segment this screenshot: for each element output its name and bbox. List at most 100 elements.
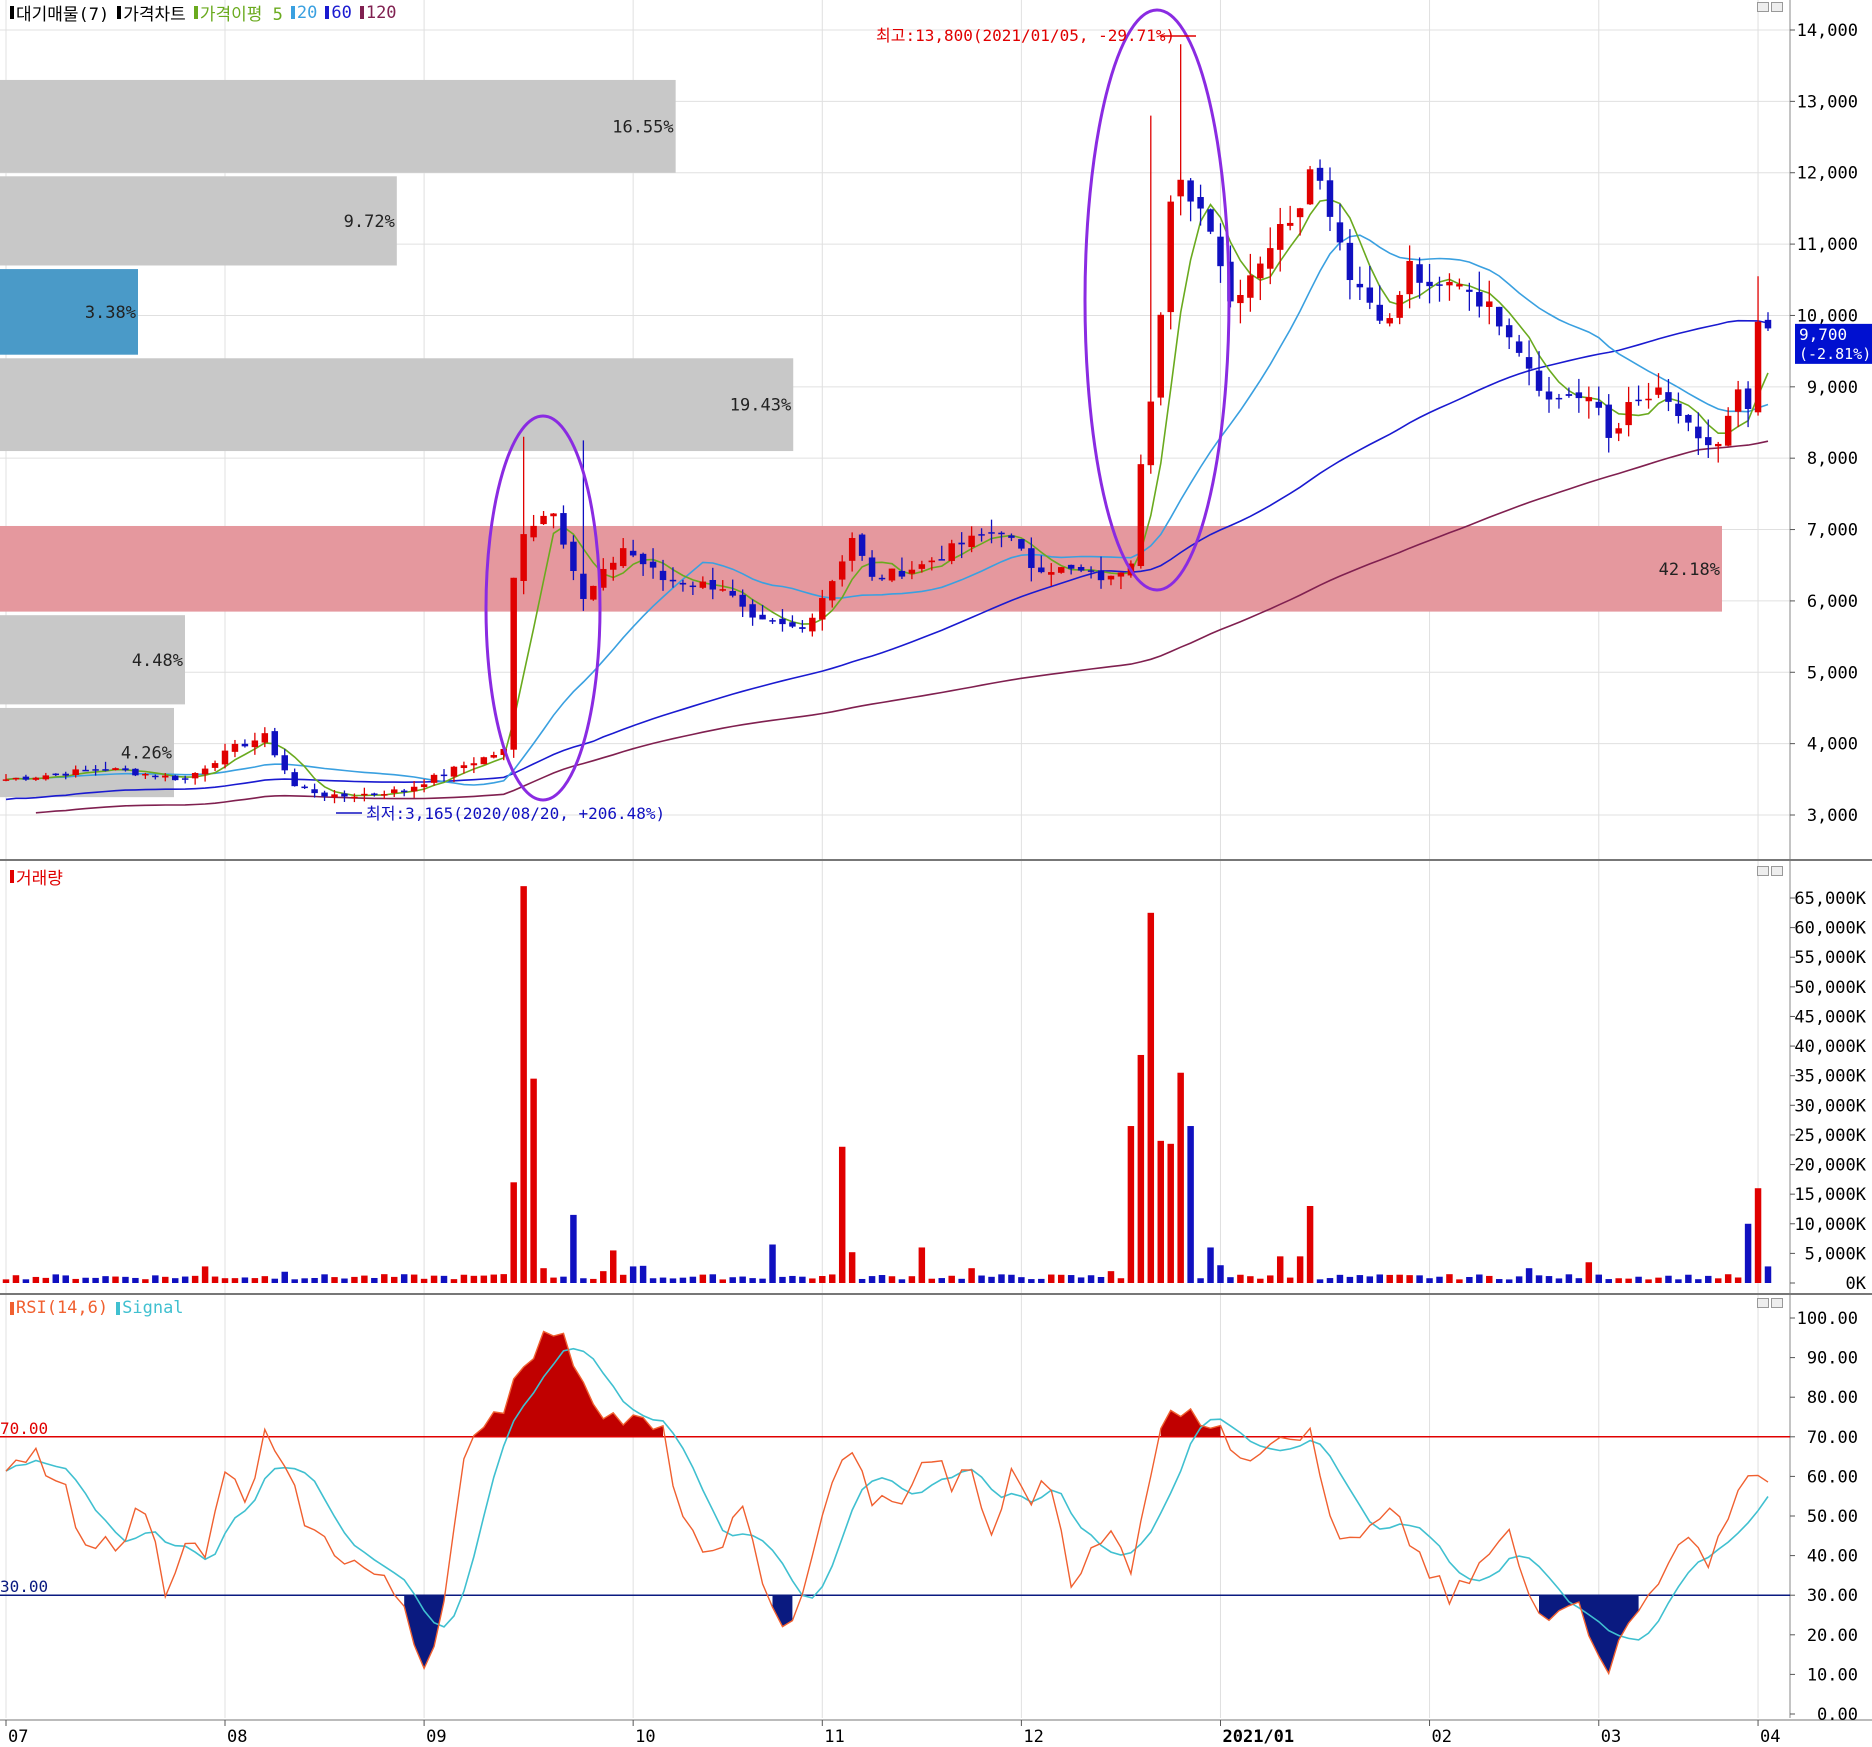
volume-bar — [1714, 1278, 1722, 1283]
volume-bar — [858, 1278, 866, 1283]
rsi-oversold-fill — [165, 1595, 1639, 1674]
volume-profile-label: 9.72% — [344, 212, 395, 232]
candle-body — [341, 793, 348, 797]
candle-body — [1008, 535, 1015, 538]
volume-bar — [809, 1278, 816, 1283]
candle-body — [440, 774, 448, 777]
price-tick-label: 3,000 — [1807, 806, 1858, 826]
volume-bar — [590, 1278, 597, 1283]
volume-bar — [829, 1274, 836, 1283]
price-panel-close-button[interactable] — [1771, 2, 1783, 12]
volume-bar — [450, 1279, 458, 1283]
candle-body — [580, 573, 587, 599]
candle-body — [928, 560, 936, 563]
price-tick-label: 12,000 — [1797, 164, 1858, 184]
volume-bar — [848, 1252, 856, 1283]
candle-body — [1515, 341, 1523, 353]
volume-bar — [978, 1275, 985, 1283]
volume-bar — [500, 1274, 507, 1283]
candle-body — [1117, 572, 1125, 577]
volume-bar — [1565, 1274, 1573, 1283]
volume-bar — [769, 1244, 776, 1283]
ma20-line — [5, 234, 1769, 786]
volume-bar — [610, 1250, 617, 1283]
rsi-tick-label: 0.00 — [1817, 1705, 1858, 1725]
volume-bar — [1127, 1126, 1135, 1283]
candle-body — [42, 775, 50, 780]
volume-legend: 거래량 — [10, 864, 63, 889]
candle-body — [1635, 399, 1642, 402]
candle-body — [480, 757, 488, 765]
price-tick-label: 13,000 — [1797, 92, 1858, 112]
volume-bar — [1276, 1256, 1284, 1283]
rsi-panel-minimize-button[interactable] — [1757, 1298, 1769, 1308]
legend-swatch — [325, 6, 330, 19]
candle-body — [490, 755, 498, 758]
volume-bar — [1117, 1278, 1125, 1283]
candle-body — [968, 535, 975, 548]
candle-body — [1525, 357, 1533, 369]
volume-bar — [281, 1271, 288, 1283]
candle-body — [1625, 402, 1632, 426]
volume-panel-close-button[interactable] — [1771, 866, 1783, 876]
volume-bar — [2, 1279, 10, 1283]
x-axis-label: 02 — [1432, 1727, 1452, 1747]
legend-item: RSI(14,6) — [10, 1298, 108, 1318]
candle-body — [1247, 275, 1254, 298]
volume-profile-label: 19.43% — [730, 396, 791, 416]
volume-bar — [819, 1276, 826, 1283]
candle-body — [1276, 224, 1284, 250]
candle-body — [689, 585, 697, 588]
candle-body — [898, 570, 906, 577]
price-panel-minimize-button[interactable] — [1757, 2, 1769, 12]
volume-bar — [1087, 1275, 1095, 1283]
rsi-panel-close-button[interactable] — [1771, 1298, 1783, 1308]
candle-body — [998, 532, 1005, 535]
volume-profile-label: 16.55% — [612, 117, 673, 137]
volume-bar — [799, 1276, 806, 1283]
volume-bar — [361, 1275, 368, 1283]
last-change-label: (-2.81%) — [1799, 345, 1871, 363]
candle-body — [62, 773, 69, 776]
candle-body — [321, 792, 328, 797]
volume-tick-label: 55,000K — [1794, 948, 1866, 968]
volume-bar — [759, 1278, 766, 1283]
candle-body — [361, 793, 368, 796]
rsi-legend: RSI(14,6) Signal — [10, 1298, 184, 1318]
volume-bar — [1744, 1223, 1752, 1283]
x-axis-label: 09 — [426, 1727, 446, 1747]
volume-bar — [1167, 1143, 1174, 1283]
price-legend: 대기매물(7) 가격차트 가격이평 5 20 60 120 — [10, 0, 397, 25]
x-axis-label: 11 — [824, 1727, 844, 1747]
x-axis-label: 03 — [1601, 1727, 1621, 1747]
legend-swatch — [117, 6, 122, 19]
volume-bar — [1038, 1278, 1045, 1283]
volume-bar — [1227, 1277, 1234, 1283]
volume-panel-minimize-button[interactable] — [1757, 866, 1769, 876]
volume-bar — [1077, 1277, 1085, 1283]
volume-bar — [1734, 1277, 1742, 1283]
volume-bar — [470, 1275, 478, 1283]
candle-body — [1754, 321, 1762, 413]
candle-body — [1147, 401, 1155, 466]
candle-body — [291, 772, 298, 787]
candle-body — [649, 561, 657, 568]
candle-body — [759, 614, 766, 620]
candle-body — [1396, 294, 1403, 318]
volume-bar — [420, 1278, 428, 1283]
candle-body — [1555, 397, 1563, 400]
candle-body — [1207, 209, 1214, 232]
volume-bar — [440, 1275, 448, 1283]
volume-profile-label: 4.48% — [132, 651, 183, 671]
candle-body — [72, 769, 79, 776]
volume-bar — [679, 1277, 687, 1283]
legend-label: 60 — [331, 2, 352, 23]
candle-body — [848, 537, 856, 561]
candle-body — [739, 594, 746, 607]
candle-body — [52, 773, 60, 776]
volume-bar — [749, 1278, 756, 1283]
candle-body — [1177, 179, 1184, 197]
volume-bar — [600, 1271, 607, 1283]
volume-bar — [92, 1277, 99, 1283]
rsi-reference-label: 30.00 — [0, 1577, 48, 1596]
